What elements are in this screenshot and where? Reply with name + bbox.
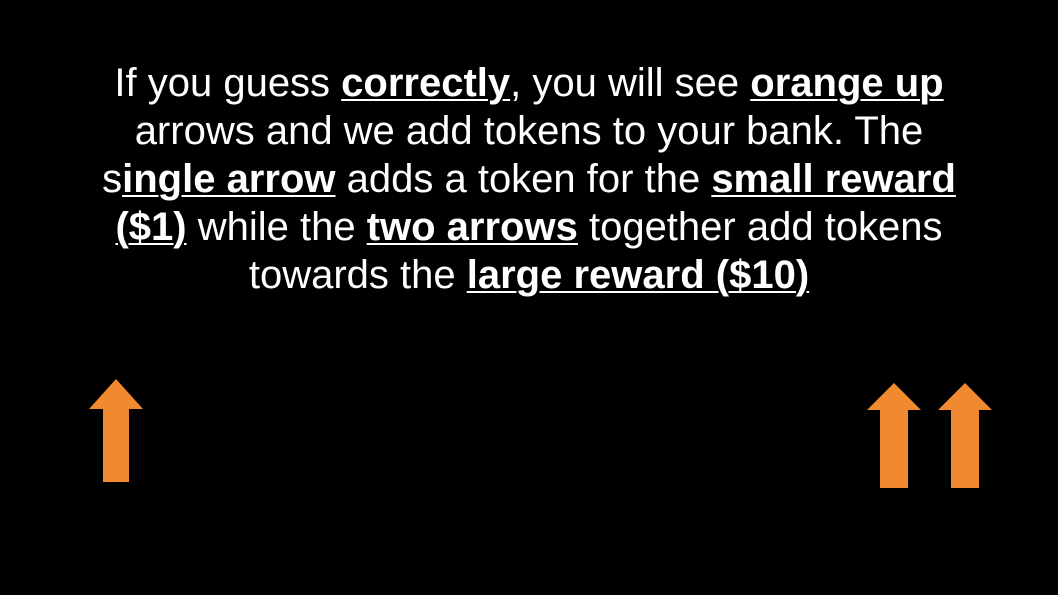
single-arrow-group: [88, 379, 144, 483]
emphasis-small-reward: small reward: [711, 157, 956, 201]
text-segment: , you will see: [510, 61, 751, 105]
text-segment: arrows and we add tokens to your bank. T…: [134, 109, 924, 153]
emphasis-single-arrow: ingle arrow: [122, 157, 336, 201]
emphasis-large-reward: large reward ($10): [466, 253, 810, 297]
emphasis-one-dollar: ($1): [115, 205, 187, 249]
text-segment: while the: [186, 205, 367, 249]
instruction-line-1: If you guess correctly, you will see ora…: [70, 59, 988, 107]
text-segment: together add tokens: [577, 205, 943, 249]
double-arrow-group: [866, 383, 994, 489]
up-arrow-icon: [89, 379, 143, 482]
instruction-line-3: single arrow adds a token for the small …: [70, 155, 988, 203]
instruction-line-5: towards the large reward ($10): [70, 251, 988, 299]
instruction-slide: If you guess correctly, you will see ora…: [0, 0, 1058, 595]
text-segment: towards the: [248, 253, 467, 297]
up-arrow-icon: [867, 383, 921, 488]
emphasis-correctly: correctly: [341, 61, 511, 105]
text-segment: If you guess: [114, 61, 342, 105]
text-segment: s: [102, 157, 123, 201]
emphasis-two-arrows: two arrows: [366, 205, 578, 249]
text-segment: adds a token for the: [335, 157, 712, 201]
up-arrow-icon: [938, 383, 992, 488]
instruction-line-4: ($1) while the two arrows together add t…: [70, 203, 988, 251]
emphasis-orange-up: orange up: [750, 61, 944, 105]
double-up-arrow-icon: [867, 383, 992, 488]
instruction-line-2: arrows and we add tokens to your bank. T…: [70, 107, 988, 155]
instruction-paragraph: If you guess correctly, you will see ora…: [70, 59, 988, 299]
